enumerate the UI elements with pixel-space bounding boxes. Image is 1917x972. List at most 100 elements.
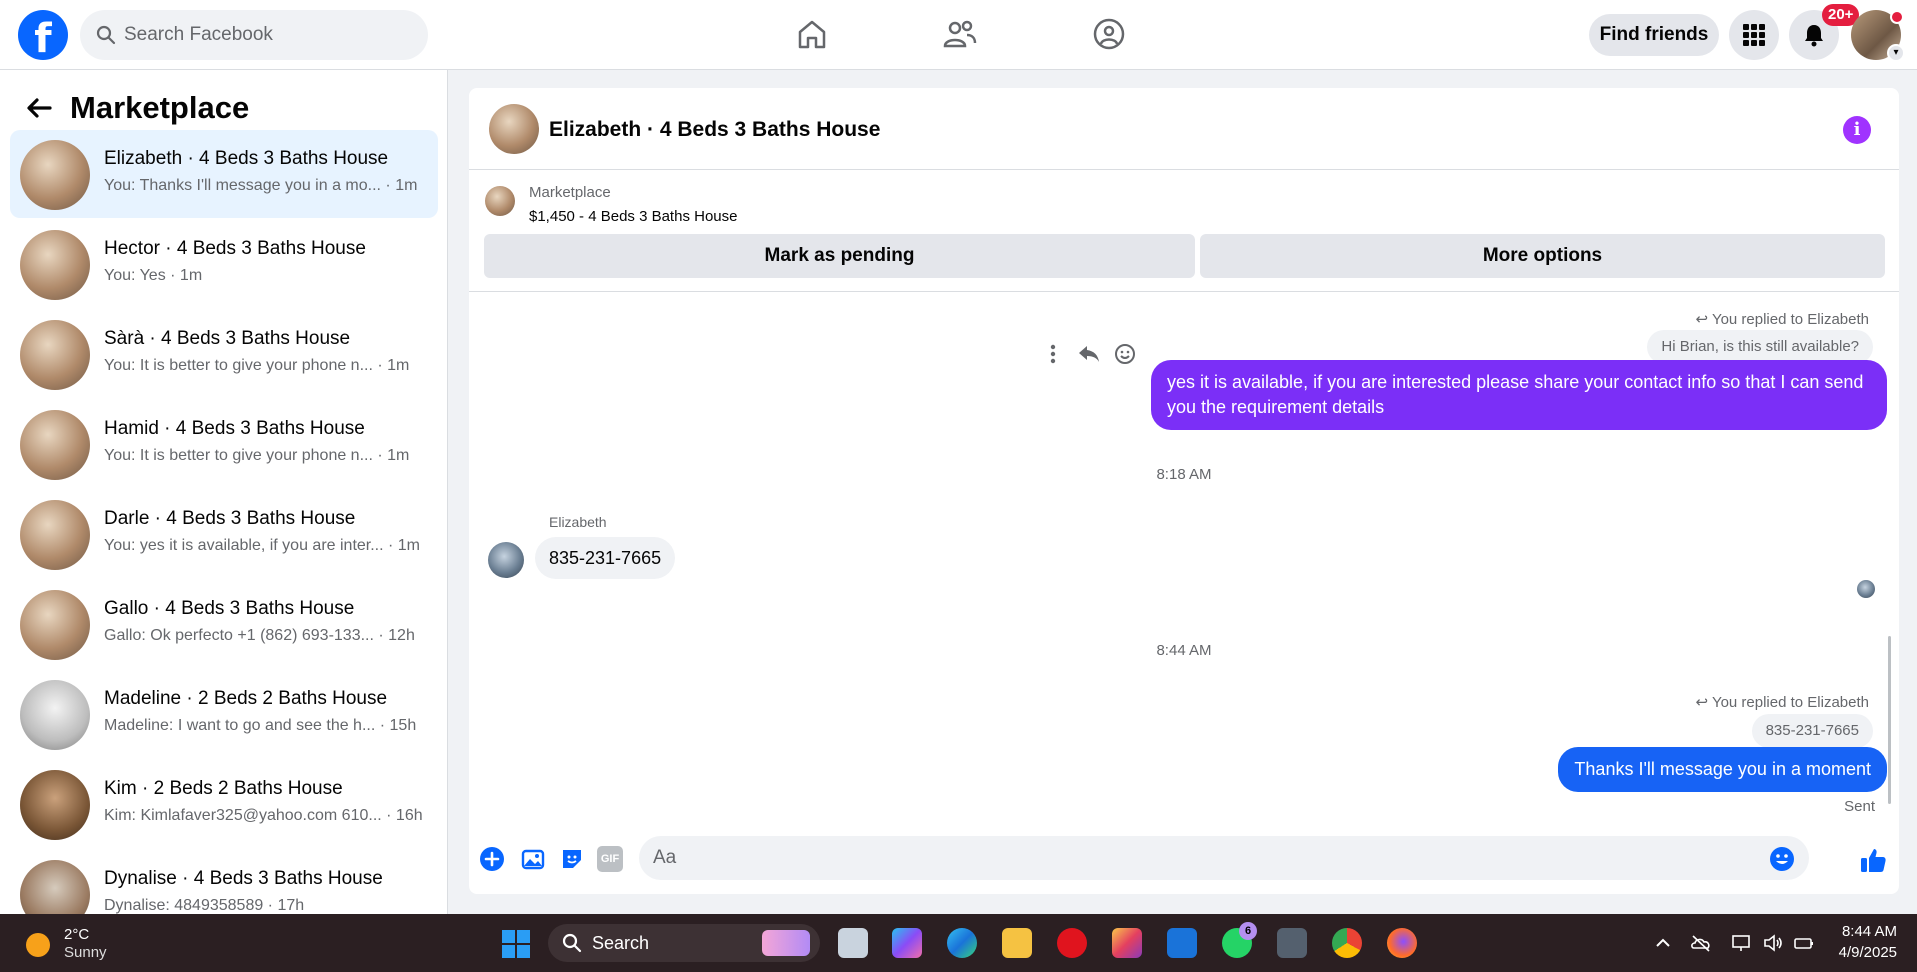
thumbs-up-icon[interactable]	[1859, 846, 1887, 874]
scrollbar[interactable]	[1888, 636, 1891, 804]
app-icon[interactable]	[1277, 928, 1307, 958]
conversation-name: Sàrà · 4 Beds 3 Baths House	[104, 328, 351, 349]
conversation-preview: Kim: Kimlafaver325@yahoo.com 610... · 16…	[104, 807, 423, 824]
reply-indicator: ↩ You replied to Elizabeth	[1695, 694, 1869, 711]
listing-thumbnail	[20, 680, 90, 750]
plus-circle-icon[interactable]	[479, 846, 505, 872]
chat-title[interactable]: Elizabeth · 4 Beds 3 Baths House	[549, 118, 880, 142]
clock-time: 8:44 AM	[1841, 923, 1897, 940]
conversation-preview: You: Yes · 1m	[104, 267, 203, 284]
copilot-icon[interactable]	[892, 928, 922, 958]
chevron-up-icon[interactable]	[1652, 932, 1674, 954]
message-composer: GIF	[469, 822, 1899, 894]
home-icon[interactable]	[792, 14, 832, 54]
opera-icon[interactable]	[1057, 928, 1087, 958]
more-options-button[interactable]: More options	[1200, 234, 1885, 278]
conversation-name: Dynalise · 4 Beds 3 Baths House	[104, 868, 383, 889]
profile-avatar[interactable]: ▾	[1851, 10, 1905, 62]
conversation-item[interactable]: Sàrà · 4 Beds 3 Baths House You: It is b…	[10, 310, 438, 398]
search-highlight-image	[762, 930, 810, 956]
task-view-icon[interactable]	[838, 928, 868, 958]
battery-icon[interactable]	[1793, 932, 1815, 954]
timestamp: 8:18 AM	[1156, 466, 1212, 483]
taskbar-search[interactable]: Search	[548, 924, 820, 962]
windows-taskbar: 2°C Sunny Search 6 8:44 AM 4/9/2025	[0, 914, 1917, 972]
timestamp: 8:44 AM	[1156, 642, 1212, 659]
system-clock[interactable]: 8:44 AM 4/9/2025	[1839, 921, 1897, 963]
chat-avatar[interactable]	[489, 104, 539, 154]
search-box[interactable]	[80, 10, 428, 60]
more-icon[interactable]	[1035, 336, 1071, 372]
reply-indicator: ↩ You replied to Elizabeth	[1695, 311, 1869, 328]
chrome-icon[interactable]	[1332, 928, 1362, 958]
conversation-item[interactable]: Hamid · 4 Beds 3 Baths House You: It is …	[10, 400, 438, 488]
instagram-icon[interactable]	[1112, 928, 1142, 958]
conversation-preview: Dynalise: 4849358589 · 17h	[104, 897, 305, 914]
conversation-item[interactable]: Darle · 4 Beds 3 Baths House You: yes it…	[10, 490, 438, 578]
seen-avatar	[1857, 580, 1875, 598]
sun-icon	[26, 933, 50, 957]
edge-icon[interactable]	[947, 928, 977, 958]
quoted-message[interactable]: Hi Brian, is this still available?	[1647, 330, 1873, 364]
reply-icon[interactable]	[1071, 336, 1107, 372]
temperature: 2°C	[64, 926, 90, 943]
grid-menu-icon	[1743, 24, 1765, 46]
network-icon[interactable]	[1730, 932, 1752, 954]
sent-status: Sent	[1844, 798, 1875, 815]
onedrive-icon[interactable]	[1690, 932, 1712, 954]
conversation-item[interactable]: Gallo · 4 Beds 3 Baths House Gallo: Ok p…	[10, 580, 438, 668]
weather-widget[interactable]: 2°C Sunny	[26, 925, 146, 961]
firefox-icon[interactable]	[1387, 928, 1417, 958]
conversation-preview: You: yes it is available, if you are int…	[104, 537, 421, 554]
whatsapp-badge: 6	[1239, 922, 1257, 940]
facebook-logo[interactable]: f	[18, 10, 68, 60]
conversation-preview: You: Thanks I'll message you in a mo... …	[104, 177, 418, 194]
listing-thumbnail[interactable]	[485, 186, 515, 216]
groups-icon[interactable]	[1089, 14, 1129, 54]
volume-icon[interactable]	[1762, 932, 1784, 954]
react-emoji-icon[interactable]	[1107, 336, 1143, 372]
emoji-icon[interactable]	[1769, 846, 1795, 872]
photo-icon[interactable]	[520, 846, 546, 872]
windows-start-icon[interactable]	[502, 930, 530, 958]
conversation-item[interactable]: Elizabeth · 4 Beds 3 Baths House You: Th…	[10, 130, 438, 218]
conversation-name: Hector · 4 Beds 3 Baths House	[104, 238, 366, 259]
sticker-icon[interactable]	[559, 846, 585, 872]
sender-avatar[interactable]	[488, 542, 524, 578]
message-actions	[1035, 336, 1143, 372]
find-friends-button[interactable]: Find friends	[1589, 14, 1719, 56]
info-icon[interactable]: i	[1843, 116, 1871, 144]
menu-button[interactable]	[1729, 10, 1779, 60]
sender-name: Elizabeth	[549, 514, 607, 530]
listing-thumbnail	[20, 500, 90, 570]
conversation-item[interactable]: Kim · 2 Beds 2 Baths House Kim: Kimlafav…	[10, 760, 438, 848]
gif-icon[interactable]: GIF	[597, 846, 623, 872]
file-explorer-icon[interactable]	[1002, 928, 1032, 958]
conversation-item[interactable]: Hector · 4 Beds 3 Baths House You: Yes ·…	[10, 220, 438, 308]
back-arrow-icon[interactable]	[24, 93, 54, 123]
friends-icon[interactable]	[940, 14, 980, 54]
top-navigation-bar: f Find friends 20+ ▾	[0, 0, 1917, 70]
listing-source: Marketplace	[529, 184, 611, 201]
message-thread: ↩ You replied to Elizabeth Hi Brian, is …	[469, 292, 1899, 822]
conversation-name: Madeline · 2 Beds 2 Baths House	[104, 688, 388, 709]
mark-as-pending-button[interactable]: Mark as pending	[484, 234, 1195, 278]
message-input[interactable]	[653, 836, 1753, 880]
page-title: Marketplace	[70, 90, 250, 125]
conversation-name: Hamid · 4 Beds 3 Baths House	[104, 418, 365, 439]
listing-thumbnail	[20, 770, 90, 840]
outlook-icon[interactable]	[1167, 928, 1197, 958]
conversation-item[interactable]: Madeline · 2 Beds 2 Baths House Madeline…	[10, 670, 438, 758]
bell-icon	[1805, 25, 1823, 47]
listing-thumbnail	[20, 230, 90, 300]
listing-price-title[interactable]: $1,450 - 4 Beds 3 Baths House	[529, 208, 737, 225]
outgoing-message[interactable]: yes it is available, if you are interest…	[1151, 360, 1887, 430]
outgoing-message[interactable]: Thanks I'll message you in a moment	[1558, 747, 1887, 792]
conversation-name: Elizabeth · 4 Beds 3 Baths House	[104, 148, 389, 169]
message-field[interactable]	[639, 836, 1809, 880]
quoted-message[interactable]: 835-231-7665	[1751, 714, 1873, 748]
conversation-item[interactable]: Dynalise · 4 Beds 3 Baths House Dynalise…	[10, 850, 438, 914]
conversation-preview: You: It is better to give your phone n..…	[104, 447, 410, 464]
incoming-message[interactable]: 835-231-7665	[535, 537, 676, 579]
search-input[interactable]	[124, 10, 414, 60]
